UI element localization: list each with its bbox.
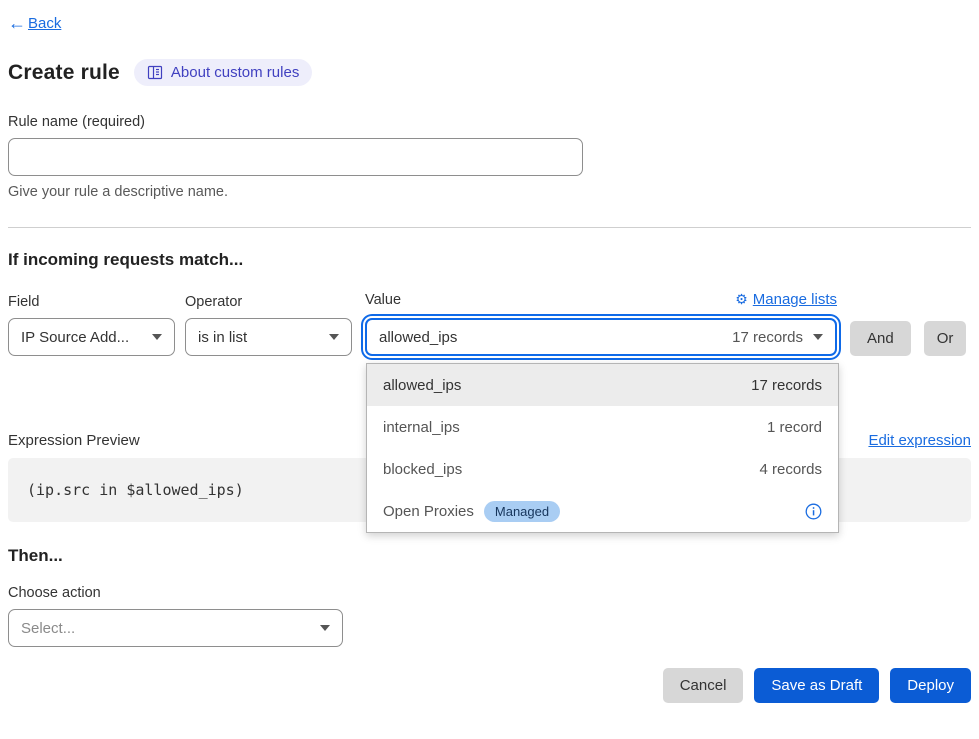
field-select[interactable]: IP Source Add...: [8, 318, 175, 356]
list-option-blocked-ips[interactable]: blocked_ips 4 records: [367, 448, 838, 490]
list-option-name: blocked_ips: [383, 461, 462, 478]
back-arrow-icon[interactable]: ←: [8, 14, 26, 32]
choose-action-label: Choose action: [8, 585, 971, 601]
action-select-placeholder: Select...: [21, 620, 310, 637]
list-option-records: 17 records: [751, 377, 822, 394]
value-select-records: 17 records: [732, 329, 803, 346]
expression-code: (ip.src in $allowed_ips): [27, 481, 244, 499]
about-custom-rules-link[interactable]: About custom rules: [134, 59, 312, 86]
chevron-down-icon: [320, 625, 330, 631]
managed-badge: Managed: [484, 501, 560, 522]
page-title: Create rule: [8, 61, 120, 85]
chevron-down-icon: [329, 334, 339, 340]
create-rule-page: ← Back Create rule About custom rules Ru…: [0, 0, 979, 739]
value-select[interactable]: allowed_ips 17 records: [365, 318, 837, 356]
section-divider: [8, 227, 971, 228]
manage-lists-link[interactable]: ⚙ Manage lists: [735, 291, 837, 308]
match-heading: If incoming requests match...: [8, 250, 971, 270]
chevron-down-icon: [813, 334, 823, 340]
rule-name-label: Rule name (required): [8, 114, 971, 130]
list-option-internal-ips[interactable]: internal_ips 1 record: [367, 406, 838, 448]
list-dropdown: allowed_ips 17 records internal_ips 1 re…: [366, 363, 839, 533]
expression-preview-label: Expression Preview: [8, 432, 140, 449]
value-select-value: allowed_ips: [379, 329, 732, 346]
save-as-draft-button[interactable]: Save as Draft: [754, 668, 879, 703]
back-link[interactable]: Back: [28, 15, 61, 32]
manage-lists-label: Manage lists: [753, 291, 837, 308]
gear-icon: ⚙: [735, 291, 748, 308]
list-option-name: Open Proxies: [383, 503, 474, 520]
rule-name-input[interactable]: [8, 138, 583, 176]
about-custom-rules-label: About custom rules: [171, 64, 299, 81]
book-icon: [147, 65, 163, 80]
field-label: Field: [8, 294, 175, 310]
value-label: Value: [365, 292, 401, 308]
list-option-records: 1 record: [767, 419, 822, 436]
list-option-name: internal_ips: [383, 419, 460, 436]
edit-expression-link[interactable]: Edit expression: [868, 432, 971, 449]
operator-label: Operator: [185, 294, 352, 310]
and-button[interactable]: And: [850, 321, 911, 356]
then-heading: Then...: [8, 546, 971, 566]
cancel-button[interactable]: Cancel: [663, 668, 744, 703]
chevron-down-icon: [152, 334, 162, 340]
list-option-records: 4 records: [759, 461, 822, 478]
action-select[interactable]: Select...: [8, 609, 343, 647]
list-option-name: allowed_ips: [383, 377, 461, 394]
or-button[interactable]: Or: [924, 321, 967, 356]
operator-select[interactable]: is in list: [185, 318, 352, 356]
field-select-value: IP Source Add...: [21, 329, 142, 346]
rule-name-helper: Give your rule a descriptive name.: [8, 184, 971, 200]
list-option-open-proxies[interactable]: Open Proxies Managed: [367, 490, 838, 532]
deploy-button[interactable]: Deploy: [890, 668, 971, 703]
info-icon[interactable]: [805, 503, 822, 520]
operator-select-value: is in list: [198, 329, 319, 346]
list-option-allowed-ips[interactable]: allowed_ips 17 records: [367, 364, 838, 406]
